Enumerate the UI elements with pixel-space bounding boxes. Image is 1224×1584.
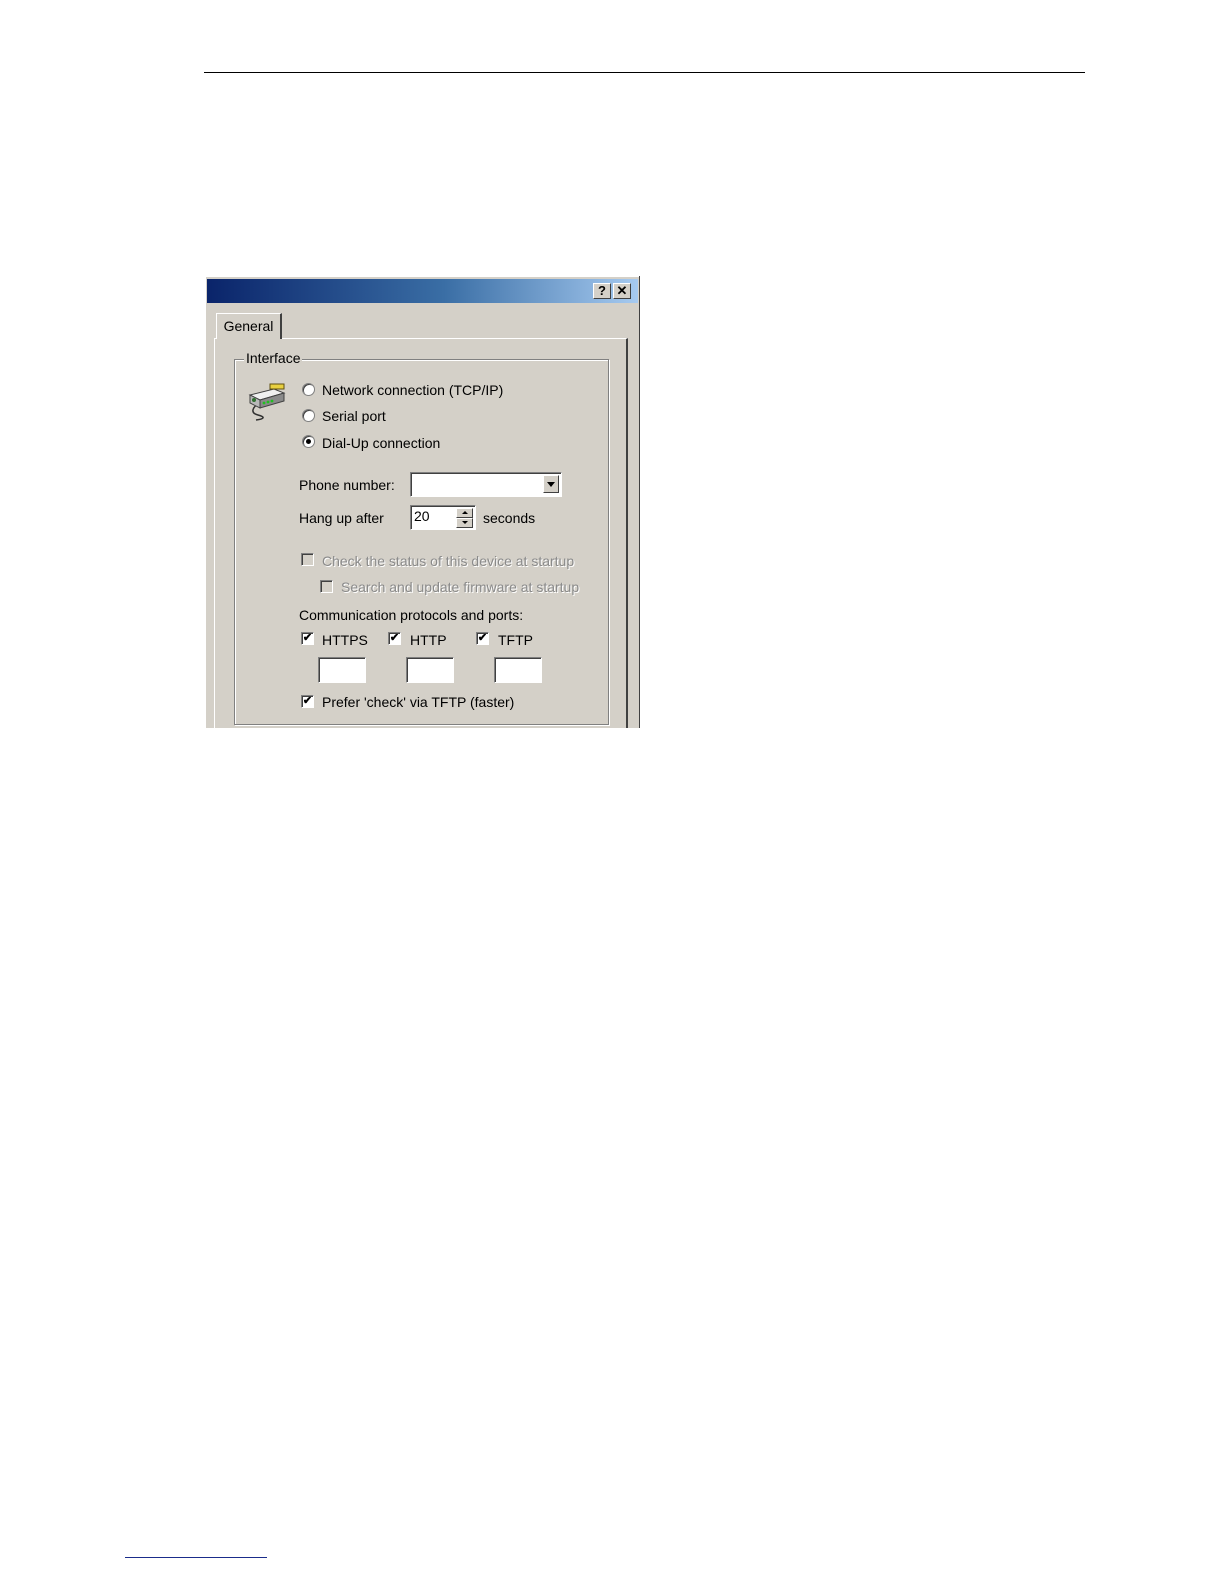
protocols-label: Communication protocols and ports:	[299, 607, 524, 623]
header-rule	[204, 72, 1085, 73]
tftp-checkbox[interactable]: ✔	[476, 632, 489, 645]
modem-cable-icon	[248, 383, 286, 421]
interface-group-label: Interface	[244, 350, 303, 366]
search-firmware-label: Search and update firmware at startup	[341, 579, 580, 595]
spin-down-icon[interactable]	[456, 518, 473, 528]
tftp-port-input[interactable]	[494, 657, 542, 683]
http-label: HTTP	[410, 632, 447, 648]
check-status-label: Check the status of this device at start…	[322, 553, 575, 569]
tab-general[interactable]: General	[216, 313, 282, 339]
close-button[interactable]: ✕	[613, 283, 631, 299]
https-label: HTTPS	[322, 632, 368, 648]
https-port-input[interactable]	[318, 657, 366, 683]
hang-up-unit: seconds	[483, 510, 536, 526]
check-status-checkbox[interactable]	[301, 553, 314, 566]
https-checkbox[interactable]: ✔	[301, 632, 314, 645]
http-port-input[interactable]	[406, 657, 454, 683]
phone-number-combobox[interactable]	[410, 472, 562, 497]
spin-up-icon[interactable]	[456, 508, 473, 518]
hang-up-value: 20	[414, 508, 430, 524]
prefer-tftp-checkbox[interactable]: ✔	[301, 695, 314, 708]
phone-number-label: Phone number:	[299, 477, 395, 493]
http-checkbox[interactable]: ✔	[388, 632, 401, 645]
radio-serial-port-label: Serial port	[322, 408, 386, 424]
hang-up-stepper[interactable]: 20	[410, 505, 476, 530]
footer-rule	[125, 1557, 267, 1558]
radio-dialup-connection-label: Dial-Up connection	[322, 435, 441, 451]
hang-up-label: Hang up after	[299, 510, 384, 526]
radio-serial-port[interactable]	[302, 409, 315, 422]
tftp-label: TFTP	[498, 632, 533, 648]
prefer-tftp-label: Prefer 'check' via TFTP (faster)	[322, 694, 515, 710]
search-firmware-checkbox[interactable]	[320, 580, 333, 593]
dialog-titlebar: ? ✕	[207, 279, 638, 303]
help-button[interactable]: ?	[593, 283, 611, 299]
radio-dialup-connection[interactable]	[302, 435, 315, 448]
chevron-down-icon[interactable]	[543, 475, 559, 493]
radio-network-connection[interactable]	[302, 383, 315, 396]
device-properties-dialog: ? ✕ General Interface Network connection…	[205, 276, 639, 728]
radio-network-connection-label: Network connection (TCP/IP)	[322, 382, 504, 398]
